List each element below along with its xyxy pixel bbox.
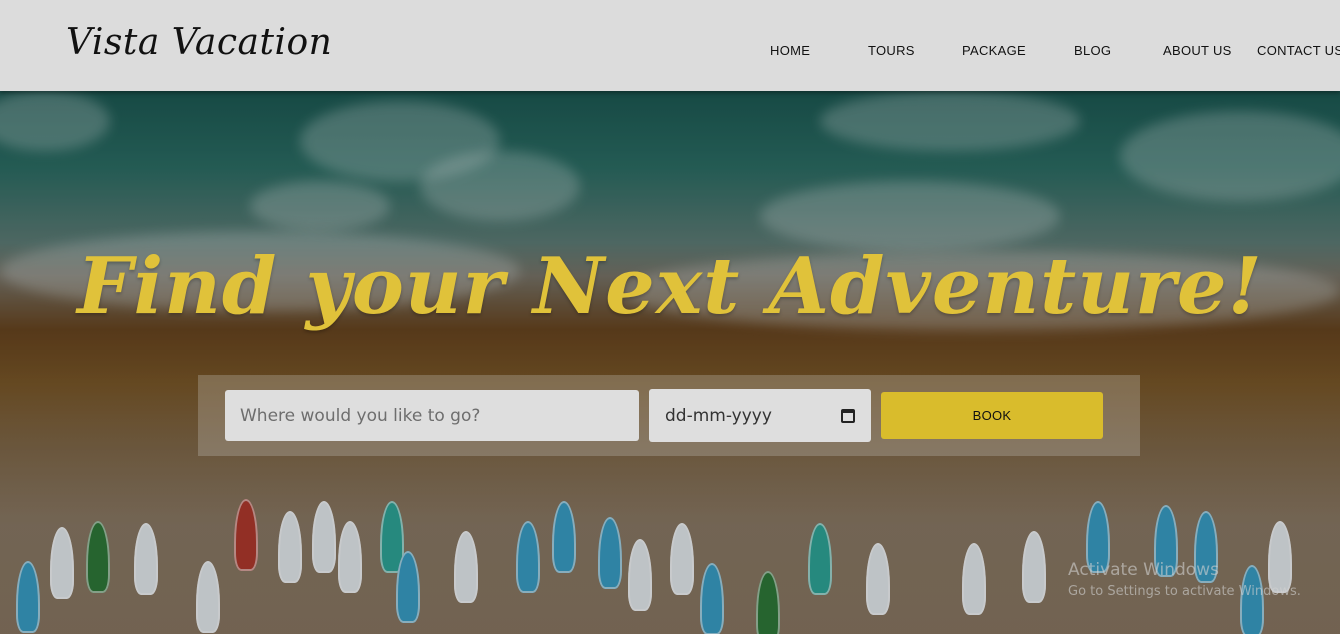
nav-about-us[interactable]: ABOUT US (1163, 43, 1232, 58)
nav-contact-us[interactable]: CONTACT US (1257, 43, 1340, 58)
nav-blog[interactable]: BLOG (1074, 43, 1111, 58)
main-nav: HOME TOURS PACKAGE BLOG ABOUT US CONTACT… (0, 43, 1340, 63)
book-button[interactable]: BOOK (881, 392, 1103, 439)
hero-headline: Find your Next Adventure! (77, 241, 1263, 332)
hero-section: Find your Next Adventure! dd-mm-yyyy BOO… (0, 91, 1340, 634)
activate-windows-title: Activate Windows (1068, 560, 1219, 580)
activate-windows-subtitle: Go to Settings to activate Windows. (1068, 584, 1301, 599)
nav-package[interactable]: PACKAGE (962, 43, 1026, 58)
date-input-text: dd-mm-yyyy (665, 405, 772, 426)
booking-search-bar: dd-mm-yyyy BOOK (198, 375, 1140, 456)
date-input[interactable]: dd-mm-yyyy (649, 389, 871, 442)
destination-input[interactable] (225, 390, 639, 441)
nav-tours[interactable]: TOURS (868, 43, 915, 58)
site-header: Vista Vacation HOME TOURS PACKAGE BLOG A… (0, 0, 1340, 91)
nav-home[interactable]: HOME (770, 43, 810, 58)
calendar-icon[interactable] (841, 408, 855, 423)
